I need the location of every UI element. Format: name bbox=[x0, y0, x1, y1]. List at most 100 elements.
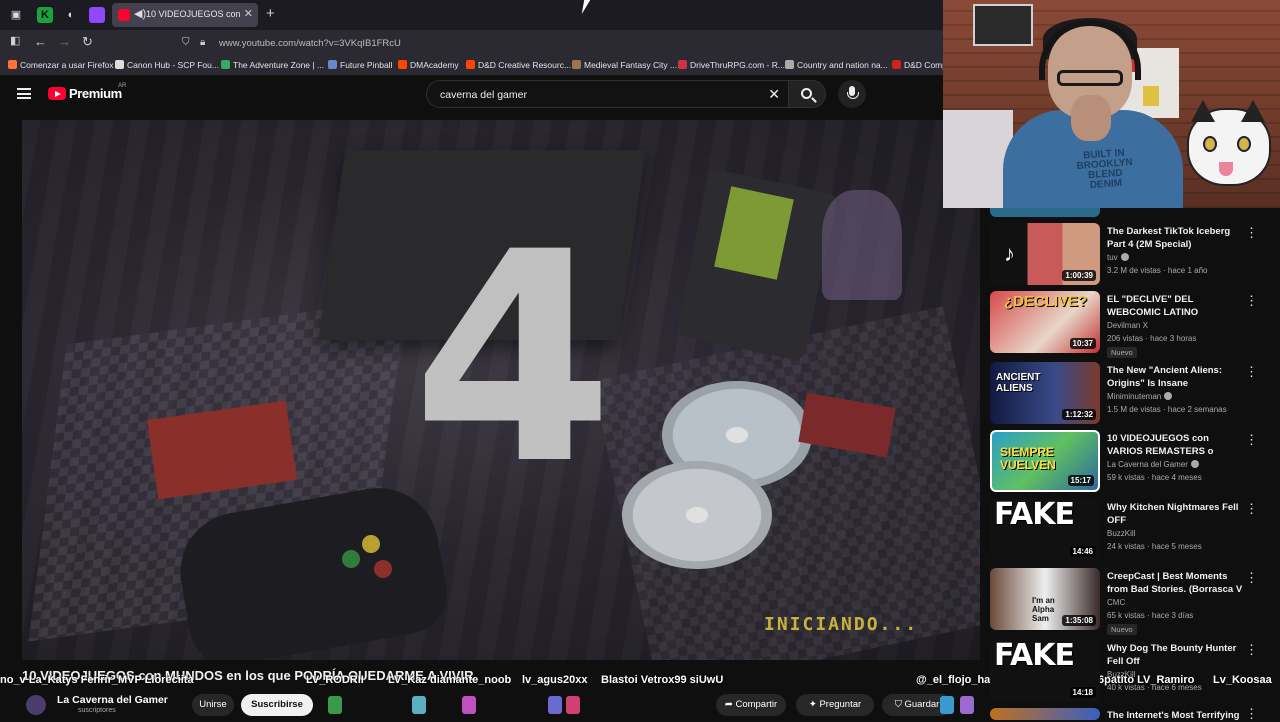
list-item[interactable]: I'm an Alpha Sam 1:35:08 CreepCast | Bes… bbox=[988, 568, 1258, 635]
clear-search-icon[interactable]: ✕ bbox=[768, 86, 780, 103]
new-tab-button[interactable]: + bbox=[266, 6, 275, 22]
video-title[interactable]: The Darkest TikTok Iceberg Part 4 (2M Sp… bbox=[1107, 225, 1247, 251]
video-title[interactable]: 10 VIDEOJUEGOS con VARIOS REMASTERS o RE… bbox=[1107, 432, 1247, 458]
search-input[interactable]: caverna del gamer ✕ bbox=[426, 80, 788, 108]
channel-name[interactable]: Devilman X bbox=[1107, 321, 1148, 330]
back-button[interactable]: ← bbox=[34, 34, 47, 49]
pinned-tab-kick-icon[interactable]: K bbox=[37, 7, 53, 23]
bookmark-item[interactable]: Future Pinball bbox=[328, 60, 392, 70]
video-thumbnail[interactable] bbox=[990, 708, 1100, 720]
search-input-value[interactable]: caverna del gamer bbox=[440, 89, 527, 101]
search-button[interactable] bbox=[788, 80, 826, 108]
channel-label: La Caverna del Gamer bbox=[1107, 460, 1188, 469]
video-thumbnail[interactable]: FAKE 14:46 bbox=[990, 499, 1100, 561]
channel-avatar[interactable] bbox=[26, 695, 46, 715]
forward-button[interactable]: → bbox=[58, 34, 71, 49]
video-title[interactable]: Why Kitchen Nightmares Fell OFF bbox=[1107, 501, 1247, 527]
bookmark-item[interactable]: Medieval Fantasy City ... bbox=[572, 60, 677, 70]
bookmark-save-icon: ⛉ bbox=[894, 699, 905, 710]
bookmark-item[interactable]: DriveThruRPG.com - R... bbox=[678, 60, 785, 70]
ask-button[interactable]: ✦ Preguntar bbox=[796, 694, 874, 716]
reload-button[interactable]: ↻ bbox=[82, 34, 93, 50]
verified-icon bbox=[1190, 460, 1199, 468]
pinned-tab-steam-icon[interactable]: ◐ bbox=[63, 7, 79, 23]
channel-name[interactable]: BuzzKill bbox=[1107, 529, 1135, 538]
video-title[interactable]: The New "Ancient Aliens: Origins" Is Ins… bbox=[1107, 364, 1247, 390]
active-tab[interactable]: ◀) 10 VIDEOJUEGOS con MUNDOS ✕ bbox=[112, 3, 258, 27]
duration-badge: 15:17 bbox=[1067, 475, 1094, 486]
subscribe-button[interactable]: Suscribirse bbox=[241, 694, 313, 716]
more-options-icon[interactable] bbox=[1245, 293, 1258, 309]
video-title[interactable]: The Internet's Most Terrifying bbox=[1107, 709, 1247, 722]
video-meta: 3.2 M de vistas · hace 1 año bbox=[1107, 266, 1208, 275]
close-tab-icon[interactable]: ✕ bbox=[244, 7, 253, 20]
duration-badge: 1:00:39 bbox=[1062, 270, 1096, 281]
video-title[interactable]: CreepCast | Best Moments from Bad Storie… bbox=[1107, 570, 1247, 596]
bookmark-item[interactable]: D&D Comp bbox=[892, 60, 947, 70]
chat-sprite bbox=[412, 696, 426, 714]
url-text[interactable]: www.youtube.com/watch?v=3VKqIB1FRcU bbox=[219, 38, 401, 49]
youtube-favicon-icon bbox=[118, 9, 130, 21]
speaker-icon[interactable]: ◀) bbox=[134, 7, 146, 20]
bookmark-item[interactable]: DMAcademy bbox=[398, 60, 459, 70]
channel-name[interactable]: La Caverna del Gamer bbox=[1107, 460, 1199, 469]
new-badge: Nuevo bbox=[1107, 624, 1137, 635]
save-label: Guardar bbox=[904, 699, 940, 710]
bookmark-item[interactable]: D&D Creative Resourc... bbox=[466, 60, 571, 70]
video-meta: 206 vistas · hace 3 horas bbox=[1107, 334, 1197, 343]
youtube-premium-logo[interactable]: Premium bbox=[69, 86, 122, 101]
list-item[interactable]: ANCIENT ALIENS 1:12:32 The New "Ancient … bbox=[988, 362, 1258, 428]
share-button[interactable]: ➦ Compartir bbox=[716, 694, 786, 716]
list-item[interactable]: SIEMPRE VUELVEN 15:17 10 VIDEOJUEGOS con… bbox=[988, 430, 1258, 496]
hamburger-menu-icon[interactable] bbox=[17, 88, 31, 99]
video-thumbnail[interactable]: ¿DECLIVE? 10:37 bbox=[990, 291, 1100, 353]
youtube-logo-icon[interactable] bbox=[48, 87, 66, 100]
lock-icon[interactable]: 🔒︎ bbox=[200, 37, 205, 48]
sidebar-toggle-icon[interactable]: ◧ bbox=[10, 34, 20, 47]
list-item[interactable]: FAKE 14:46 Why Kitchen Nightmares Fell O… bbox=[988, 499, 1258, 565]
more-options-icon[interactable] bbox=[1245, 364, 1258, 380]
more-options-icon[interactable] bbox=[1245, 432, 1258, 448]
list-item[interactable]: FAKE 14:18 Why Dog The Bounty Hunter Fel… bbox=[988, 640, 1258, 706]
list-item[interactable]: The Internet's Most Terrifying bbox=[988, 706, 1258, 722]
video-player[interactable]: 4 INICIANDO... bbox=[22, 120, 980, 660]
duration-badge: 14:18 bbox=[1069, 687, 1096, 698]
channel-name[interactable]: La Caverna del Gamer bbox=[57, 694, 168, 706]
channel-name[interactable]: tuv bbox=[1107, 253, 1129, 262]
more-options-icon[interactable] bbox=[1245, 706, 1258, 722]
video-title[interactable]: EL "DECLIVE" DEL WEBCOMIC LATINO bbox=[1107, 293, 1247, 319]
more-options-icon[interactable] bbox=[1245, 225, 1258, 241]
video-thumbnail[interactable]: ANCIENT ALIENS 1:12:32 bbox=[990, 362, 1100, 424]
video-title[interactable]: Why Dog The Bounty Hunter Fell Off bbox=[1107, 642, 1247, 668]
more-options-icon[interactable] bbox=[1245, 642, 1258, 658]
channel-name[interactable]: CMC bbox=[1107, 598, 1125, 607]
channel-name[interactable]: BuzzKill bbox=[1107, 670, 1135, 679]
video-thumbnail[interactable]: FAKE 14:18 bbox=[990, 640, 1100, 702]
video-thumbnail[interactable]: I'm an Alpha Sam 1:35:08 bbox=[990, 568, 1100, 630]
more-options-icon[interactable] bbox=[1245, 501, 1258, 517]
list-item[interactable]: ¿DECLIVE? 10:37 EL "DECLIVE" DEL WEBCOMI… bbox=[988, 291, 1258, 358]
more-options-icon[interactable] bbox=[1245, 570, 1258, 586]
url-bar[interactable]: ⛉ 🔒︎ www.youtube.com/watch?v=3VKqIB1FRcU bbox=[176, 33, 946, 53]
channel-actions-row: La Caverna del Gamer suscriptores Unirse… bbox=[0, 692, 980, 720]
shield-icon[interactable]: ⛉ bbox=[182, 37, 190, 48]
bookmark-item[interactable]: Comenzar a usar Firefox bbox=[8, 60, 114, 70]
tab-list-icon[interactable]: ▣ bbox=[8, 7, 24, 23]
pinned-tab-twitch-icon[interactable] bbox=[89, 7, 105, 23]
chat-username: no_v La_Katys Fenrir_MVP Lloreciita bbox=[0, 674, 194, 686]
glasses bbox=[1057, 70, 1123, 86]
channel-name[interactable]: Miniminuteman bbox=[1107, 392, 1173, 401]
video-thumbnail[interactable]: SIEMPRE VUELVEN 15:17 bbox=[990, 430, 1100, 492]
join-button[interactable]: Unirse bbox=[192, 694, 234, 716]
bookmark-item[interactable]: Country and nation na... bbox=[785, 60, 888, 70]
list-item[interactable]: ♪ 1:00:39 The Darkest TikTok Iceberg Par… bbox=[988, 223, 1258, 289]
recommendations-sidebar: ♪ 1:00:39 The Darkest TikTok Iceberg Par… bbox=[988, 194, 1280, 722]
duration-badge: 10:37 bbox=[1069, 338, 1096, 349]
thumbnail-text: FAKE bbox=[994, 499, 1075, 532]
bookmark-item[interactable]: Canon Hub - SCP Fou... bbox=[115, 60, 219, 70]
new-badge: Nuevo bbox=[1107, 347, 1137, 358]
bookmark-item[interactable]: The Adventure Zone | ... bbox=[221, 60, 324, 70]
video-thumbnail[interactable]: ♪ 1:00:39 bbox=[990, 223, 1100, 285]
voice-search-mic-icon[interactable] bbox=[838, 80, 866, 108]
bookmark-icon bbox=[328, 60, 337, 69]
